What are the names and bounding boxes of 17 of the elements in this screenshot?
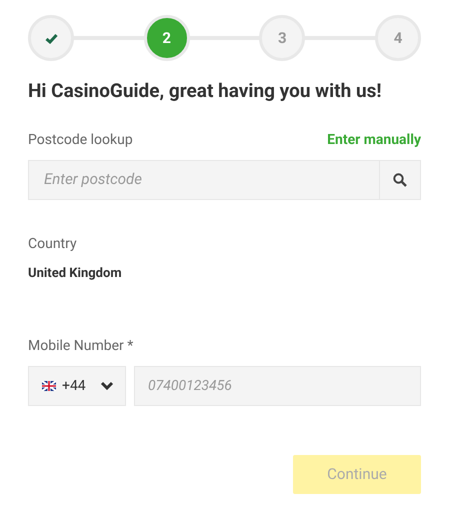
field-label: Country bbox=[28, 234, 78, 254]
country-code-dropdown[interactable]: +44 bbox=[28, 366, 126, 406]
flag-icon bbox=[42, 381, 56, 391]
field-label: Postcode lookup bbox=[28, 130, 133, 150]
check-icon bbox=[44, 32, 58, 44]
upcoming-step: 3 bbox=[259, 15, 306, 61]
search-icon bbox=[393, 172, 407, 186]
upcoming-step: 4 bbox=[375, 15, 422, 61]
current-step: 2 bbox=[144, 15, 190, 61]
welcome-heading: Hi CasinoGuide, great having you with us! bbox=[28, 78, 382, 104]
postcode-field[interactable]: Enter postcode bbox=[28, 160, 380, 200]
chevron-down-icon bbox=[100, 381, 114, 391]
country-value: United Kingdom bbox=[28, 264, 123, 282]
phone-number-field[interactable]: 07400123456 bbox=[134, 366, 421, 406]
field-label: Mobile Number * bbox=[28, 337, 134, 356]
search-button[interactable] bbox=[380, 160, 421, 200]
enter-manually-link[interactable]: Enter manually bbox=[327, 130, 421, 150]
